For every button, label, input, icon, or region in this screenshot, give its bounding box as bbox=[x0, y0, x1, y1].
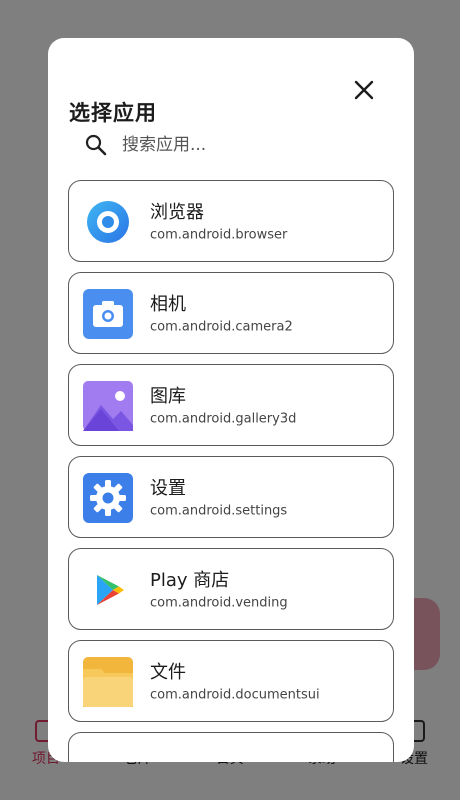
gallery-icon bbox=[83, 381, 133, 431]
search-bar[interactable] bbox=[84, 132, 384, 158]
app-item-files[interactable]: 文件 com.android.documentsui bbox=[68, 640, 394, 722]
search-input[interactable] bbox=[122, 135, 362, 155]
app-name: Play 商店 bbox=[150, 570, 230, 591]
folder-icon bbox=[83, 657, 133, 707]
app-picker-dialog: 选择应用 浏览器 com.android.bro bbox=[48, 38, 414, 762]
settings-gear-icon bbox=[83, 473, 133, 523]
app-name: 相机 bbox=[150, 294, 186, 315]
app-package: com.android.vending bbox=[150, 595, 288, 611]
play-store-icon bbox=[97, 575, 124, 605]
app-package: com.android.settings bbox=[150, 503, 288, 519]
browser-icon bbox=[87, 201, 129, 243]
search-icon bbox=[85, 134, 107, 156]
app-item-settings[interactable]: 设置 com.android.settings bbox=[68, 456, 394, 538]
app-name: 浏览器 bbox=[150, 202, 204, 223]
dialog-title: 选择应用 bbox=[69, 101, 157, 125]
app-package: com.android.browser bbox=[150, 227, 288, 243]
app-item-browser[interactable]: 浏览器 com.android.browser bbox=[68, 180, 394, 262]
app-item-partial[interactable] bbox=[68, 732, 394, 762]
app-name: 文件 bbox=[150, 662, 186, 683]
app-package: com.android.gallery3d bbox=[150, 411, 297, 427]
close-icon bbox=[354, 80, 374, 100]
close-button[interactable] bbox=[349, 75, 379, 105]
app-item-gallery[interactable]: 图库 com.android.gallery3d bbox=[68, 364, 394, 446]
app-name: 设置 bbox=[150, 478, 186, 499]
app-item-play-store[interactable]: Play 商店 com.android.vending bbox=[68, 548, 394, 630]
app-item-camera[interactable]: 相机 com.android.camera2 bbox=[68, 272, 394, 354]
app-package: com.android.camera2 bbox=[150, 319, 293, 335]
app-package: com.android.documentsui bbox=[150, 687, 320, 703]
camera-icon bbox=[83, 289, 133, 339]
app-name: 图库 bbox=[150, 386, 186, 407]
